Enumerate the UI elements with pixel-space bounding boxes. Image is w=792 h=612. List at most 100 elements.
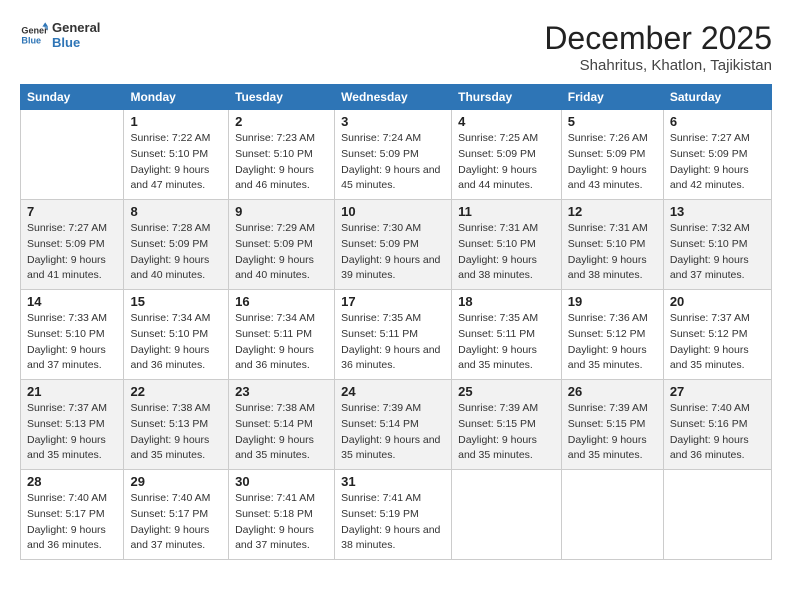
calendar-cell: 29 Sunrise: 7:40 AMSunset: 5:17 PMDayligh… [124,470,229,560]
weekday-header: Saturday [663,85,771,110]
calendar-week-row: 7Sunrise: 7:27 AMSunset: 5:09 PMDaylight… [21,200,772,290]
day-number: 29 [130,474,222,489]
day-detail: Sunrise: 7:41 AMSunset: 5:19 PMDaylight:… [341,491,445,554]
calendar-cell: 2 Sunrise: 7:23 AMSunset: 5:10 PMDaylight… [229,110,335,200]
calendar-body: 1 Sunrise: 7:22 AMSunset: 5:10 PMDaylight… [21,110,772,560]
calendar-table: SundayMondayTuesdayWednesdayThursdayFrid… [20,84,772,560]
day-number: 13 [670,204,765,219]
calendar-cell: 27Sunrise: 7:40 AMSunset: 5:16 PMDayligh… [663,380,771,470]
day-detail: Sunrise: 7:26 AMSunset: 5:09 PMDaylight:… [568,131,657,194]
day-number: 8 [130,204,222,219]
day-detail: Sunrise: 7:33 AMSunset: 5:10 PMDaylight:… [27,311,117,374]
day-number: 23 [235,384,328,399]
day-detail: Sunrise: 7:39 AMSunset: 5:15 PMDaylight:… [458,401,555,464]
calendar-cell: 6 Sunrise: 7:27 AMSunset: 5:09 PMDaylight… [663,110,771,200]
calendar-cell: 17 Sunrise: 7:35 AMSunset: 5:11 PMDayligh… [335,290,452,380]
day-detail: Sunrise: 7:28 AMSunset: 5:09 PMDaylight:… [130,221,222,284]
day-detail: Sunrise: 7:22 AMSunset: 5:10 PMDaylight:… [130,131,222,194]
weekday-header: Wednesday [335,85,452,110]
calendar-cell [663,470,771,560]
calendar-cell: 20 Sunrise: 7:37 AMSunset: 5:12 PMDayligh… [663,290,771,380]
day-detail: Sunrise: 7:24 AMSunset: 5:09 PMDaylight:… [341,131,445,194]
day-number: 20 [670,294,765,309]
day-detail: Sunrise: 7:35 AMSunset: 5:11 PMDaylight:… [458,311,555,374]
calendar-cell: 15 Sunrise: 7:34 AMSunset: 5:10 PMDayligh… [124,290,229,380]
calendar-cell [561,470,663,560]
calendar-cell: 24Sunrise: 7:39 AMSunset: 5:14 PMDayligh… [335,380,452,470]
day-number: 2 [235,114,328,129]
day-number: 6 [670,114,765,129]
svg-text:General: General [21,26,48,36]
weekday-header: Sunday [21,85,124,110]
calendar-cell: 11 Sunrise: 7:31 AMSunset: 5:10 PMDayligh… [452,200,562,290]
day-number: 30 [235,474,328,489]
day-detail: Sunrise: 7:34 AMSunset: 5:10 PMDaylight:… [130,311,222,374]
weekday-header: Monday [124,85,229,110]
day-number: 19 [568,294,657,309]
calendar-cell: 13 Sunrise: 7:32 AMSunset: 5:10 PMDayligh… [663,200,771,290]
calendar-cell: 25Sunrise: 7:39 AMSunset: 5:15 PMDayligh… [452,380,562,470]
calendar-week-row: 28Sunrise: 7:40 AMSunset: 5:17 PMDayligh… [21,470,772,560]
calendar-week-row: 21 Sunrise: 7:37 AMSunset: 5:13 PMDayligh… [21,380,772,470]
day-number: 18 [458,294,555,309]
day-number: 15 [130,294,222,309]
calendar-cell: 30Sunrise: 7:41 AMSunset: 5:18 PMDayligh… [229,470,335,560]
day-detail: Sunrise: 7:31 AMSunset: 5:10 PMDaylight:… [458,221,555,284]
calendar-week-row: 14 Sunrise: 7:33 AMSunset: 5:10 PMDayligh… [21,290,772,380]
day-detail: Sunrise: 7:23 AMSunset: 5:10 PMDaylight:… [235,131,328,194]
day-detail: Sunrise: 7:38 AMSunset: 5:14 PMDaylight:… [235,401,328,464]
day-detail: Sunrise: 7:36 AMSunset: 5:12 PMDaylight:… [568,311,657,374]
title-block: December 2025 Shahritus, Khatlon, Tajiki… [544,20,772,74]
day-detail: Sunrise: 7:40 AMSunset: 5:16 PMDaylight:… [670,401,765,464]
day-number: 16 [235,294,328,309]
day-detail: Sunrise: 7:35 AMSunset: 5:11 PMDaylight:… [341,311,445,374]
day-number: 26 [568,384,657,399]
day-detail: Sunrise: 7:32 AMSunset: 5:10 PMDaylight:… [670,221,765,284]
calendar-cell: 5 Sunrise: 7:26 AMSunset: 5:09 PMDaylight… [561,110,663,200]
day-detail: Sunrise: 7:37 AMSunset: 5:12 PMDaylight:… [670,311,765,374]
day-number: 21 [27,384,117,399]
day-number: 9 [235,204,328,219]
calendar-cell: 14 Sunrise: 7:33 AMSunset: 5:10 PMDayligh… [21,290,124,380]
calendar-cell: 8 Sunrise: 7:28 AMSunset: 5:09 PMDaylight… [124,200,229,290]
calendar-week-row: 1 Sunrise: 7:22 AMSunset: 5:10 PMDaylight… [21,110,772,200]
calendar-cell: 21 Sunrise: 7:37 AMSunset: 5:13 PMDayligh… [21,380,124,470]
day-number: 31 [341,474,445,489]
day-number: 5 [568,114,657,129]
day-number: 1 [130,114,222,129]
day-detail: Sunrise: 7:27 AMSunset: 5:09 PMDaylight:… [27,221,117,284]
day-detail: Sunrise: 7:30 AMSunset: 5:09 PMDaylight:… [341,221,445,284]
calendar-cell: 12Sunrise: 7:31 AMSunset: 5:10 PMDayligh… [561,200,663,290]
day-number: 14 [27,294,117,309]
day-detail: Sunrise: 7:39 AMSunset: 5:15 PMDaylight:… [568,401,657,464]
day-detail: Sunrise: 7:27 AMSunset: 5:09 PMDaylight:… [670,131,765,194]
weekday-header: Friday [561,85,663,110]
calendar-cell: 18 Sunrise: 7:35 AMSunset: 5:11 PMDayligh… [452,290,562,380]
calendar-cell: 31 Sunrise: 7:41 AMSunset: 5:19 PMDayligh… [335,470,452,560]
location-subtitle: Shahritus, Khatlon, Tajikistan [544,57,772,74]
calendar-cell: 16Sunrise: 7:34 AMSunset: 5:11 PMDayligh… [229,290,335,380]
day-number: 11 [458,204,555,219]
logo-icon: General Blue [20,21,48,49]
day-number: 12 [568,204,657,219]
day-detail: Sunrise: 7:38 AMSunset: 5:13 PMDaylight:… [130,401,222,464]
svg-text:Blue: Blue [21,35,41,45]
day-detail: Sunrise: 7:40 AMSunset: 5:17 PMDaylight:… [27,491,117,554]
calendar-cell: 19 Sunrise: 7:36 AMSunset: 5:12 PMDayligh… [561,290,663,380]
day-number: 24 [341,384,445,399]
logo-line1: General [52,20,100,35]
day-detail: Sunrise: 7:40 AMSunset: 5:17 PMDaylight:… [130,491,222,554]
calendar-cell: 9Sunrise: 7:29 AMSunset: 5:09 PMDaylight… [229,200,335,290]
day-number: 3 [341,114,445,129]
month-title: December 2025 [544,20,772,57]
day-detail: Sunrise: 7:25 AMSunset: 5:09 PMDaylight:… [458,131,555,194]
calendar-cell: 26 Sunrise: 7:39 AMSunset: 5:15 PMDayligh… [561,380,663,470]
weekday-header: Tuesday [229,85,335,110]
day-detail: Sunrise: 7:37 AMSunset: 5:13 PMDaylight:… [27,401,117,464]
day-number: 22 [130,384,222,399]
calendar-cell: 23 Sunrise: 7:38 AMSunset: 5:14 PMDayligh… [229,380,335,470]
day-number: 17 [341,294,445,309]
calendar-cell [452,470,562,560]
day-number: 10 [341,204,445,219]
calendar-cell: 7Sunrise: 7:27 AMSunset: 5:09 PMDaylight… [21,200,124,290]
